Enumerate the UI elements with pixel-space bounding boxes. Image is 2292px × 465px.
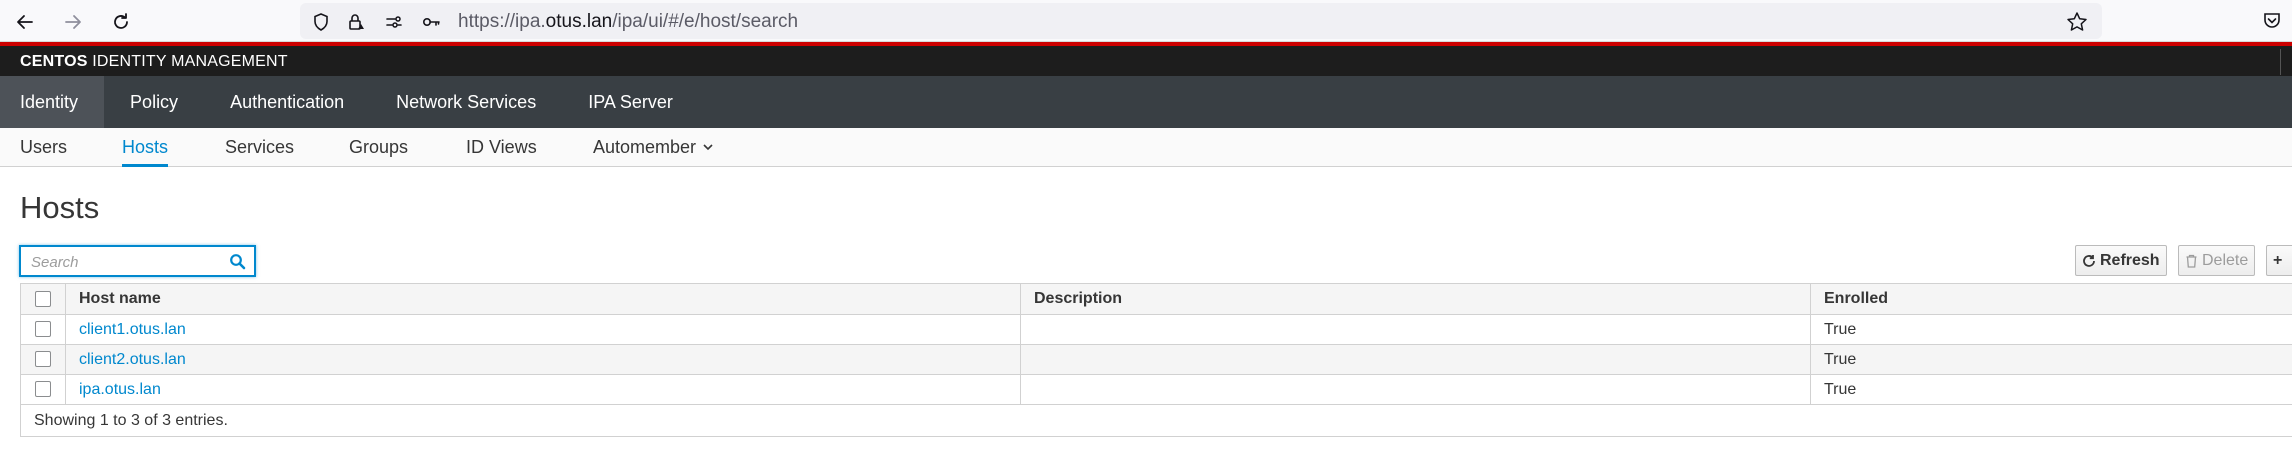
reload-icon (114, 13, 128, 29)
nav-authentication[interactable]: Authentication (204, 76, 370, 128)
description-cell (1020, 374, 1811, 405)
lock-icon[interactable] (346, 12, 366, 32)
tab-automember[interactable]: Automember (593, 128, 714, 166)
hosts-table: Host name Description Enrolled client1.o… (20, 283, 2292, 437)
trash-icon (2186, 254, 2197, 268)
host-link[interactable]: client2.otus.lan (79, 351, 186, 368)
forward-icon (65, 15, 81, 29)
tab-services[interactable]: Services (225, 128, 294, 166)
tab-groups[interactable]: Groups (349, 128, 408, 166)
search-icon[interactable] (229, 253, 246, 270)
pagination-summary: Showing 1 to 3 of 3 entries. (20, 404, 2292, 437)
nav-ipa-server[interactable]: IPA Server (562, 76, 699, 128)
page-title: Hosts (20, 190, 100, 225)
reload-button[interactable] (107, 8, 135, 36)
shield-icon[interactable] (311, 12, 331, 32)
tab-automember-label: Automember (593, 136, 697, 157)
host-name-cell: ipa.otus.lan (65, 374, 1021, 405)
add-button[interactable]: + (2266, 245, 2292, 276)
host-name-cell: client2.otus.lan (65, 344, 1021, 375)
host-link[interactable]: client1.otus.lan (79, 321, 186, 338)
search-input[interactable] (29, 251, 223, 273)
table-header-row: Host name Description Enrolled (20, 283, 2292, 315)
column-host-name[interactable]: Host name (65, 283, 1021, 315)
select-all-cell (20, 283, 66, 315)
tab-users[interactable]: Users (20, 128, 67, 166)
secondary-nav: Users Hosts Services Groups ID Views Aut… (0, 128, 2292, 167)
masthead-divider (2280, 49, 2281, 75)
row-select-cell (20, 344, 66, 375)
table-row: client2.otus.lan True (20, 344, 2292, 375)
tab-hosts[interactable]: Hosts (122, 128, 169, 167)
row-checkbox[interactable] (35, 381, 51, 398)
pocket-icon[interactable] (2262, 11, 2282, 31)
refresh-icon (2083, 254, 2095, 267)
description-cell (1020, 314, 1811, 345)
search-box[interactable] (19, 245, 256, 277)
refresh-label: Refresh (2100, 251, 2160, 269)
column-enrolled[interactable]: Enrolled (1810, 283, 2292, 315)
table-row: ipa.otus.lan True (20, 374, 2292, 405)
row-checkbox[interactable] (35, 321, 51, 338)
delete-button[interactable]: Delete (2178, 245, 2256, 276)
column-description[interactable]: Description (1020, 283, 1811, 315)
row-checkbox[interactable] (35, 351, 51, 368)
delete-label: Delete (2202, 251, 2249, 269)
url-bar[interactable]: https://ipa.otus.lan/ipa/ui/#/e/host/sea… (300, 3, 2102, 39)
row-select-cell (20, 374, 66, 405)
add-label: + (2273, 251, 2283, 269)
description-cell (1020, 344, 1811, 375)
chevron-down-icon (703, 144, 713, 151)
brand-bold: CENTOS (20, 53, 88, 70)
nav-identity[interactable]: Identity (0, 76, 105, 128)
host-link[interactable]: ipa.otus.lan (79, 381, 161, 398)
refresh-button[interactable]: Refresh (2075, 245, 2167, 276)
forward-button[interactable] (59, 8, 87, 36)
nav-network-services[interactable]: Network Services (370, 76, 562, 128)
url-host: otus.lan (545, 11, 613, 32)
back-icon (17, 15, 33, 29)
bookmark-star-icon[interactable] (2066, 11, 2088, 33)
table-row: client1.otus.lan True (20, 314, 2292, 345)
row-select-cell (20, 314, 66, 345)
enrolled-cell: True (1810, 344, 2292, 375)
enrolled-cell: True (1810, 314, 2292, 345)
key-icon[interactable] (421, 12, 441, 32)
url-text[interactable]: https://ipa.otus.lan/ipa/ui/#/e/host/sea… (458, 11, 798, 33)
host-name-cell: client1.otus.lan (65, 314, 1021, 345)
masthead: CENTOS IDENTITY MANAGEMENT (0, 46, 2292, 76)
nav-policy[interactable]: Policy (104, 76, 204, 128)
browser-toolbar: https://ipa.otus.lan/ipa/ui/#/e/host/sea… (0, 0, 2292, 42)
primary-nav: Identity Policy Authentication Network S… (0, 76, 2292, 128)
back-button[interactable] (11, 8, 39, 36)
enrolled-cell: True (1810, 374, 2292, 405)
url-path: /ipa/ui/#/e/host/search (612, 11, 799, 32)
brand-title: CENTOS IDENTITY MANAGEMENT (20, 53, 288, 71)
permissions-icon[interactable] (384, 12, 404, 32)
table-footer-row: Showing 1 to 3 of 3 entries. (20, 404, 2292, 437)
url-prefix: https://ipa. (458, 11, 546, 32)
select-all-checkbox[interactable] (35, 290, 51, 307)
brand-rest: IDENTITY MANAGEMENT (87, 53, 288, 70)
tab-id-views[interactable]: ID Views (466, 128, 537, 166)
